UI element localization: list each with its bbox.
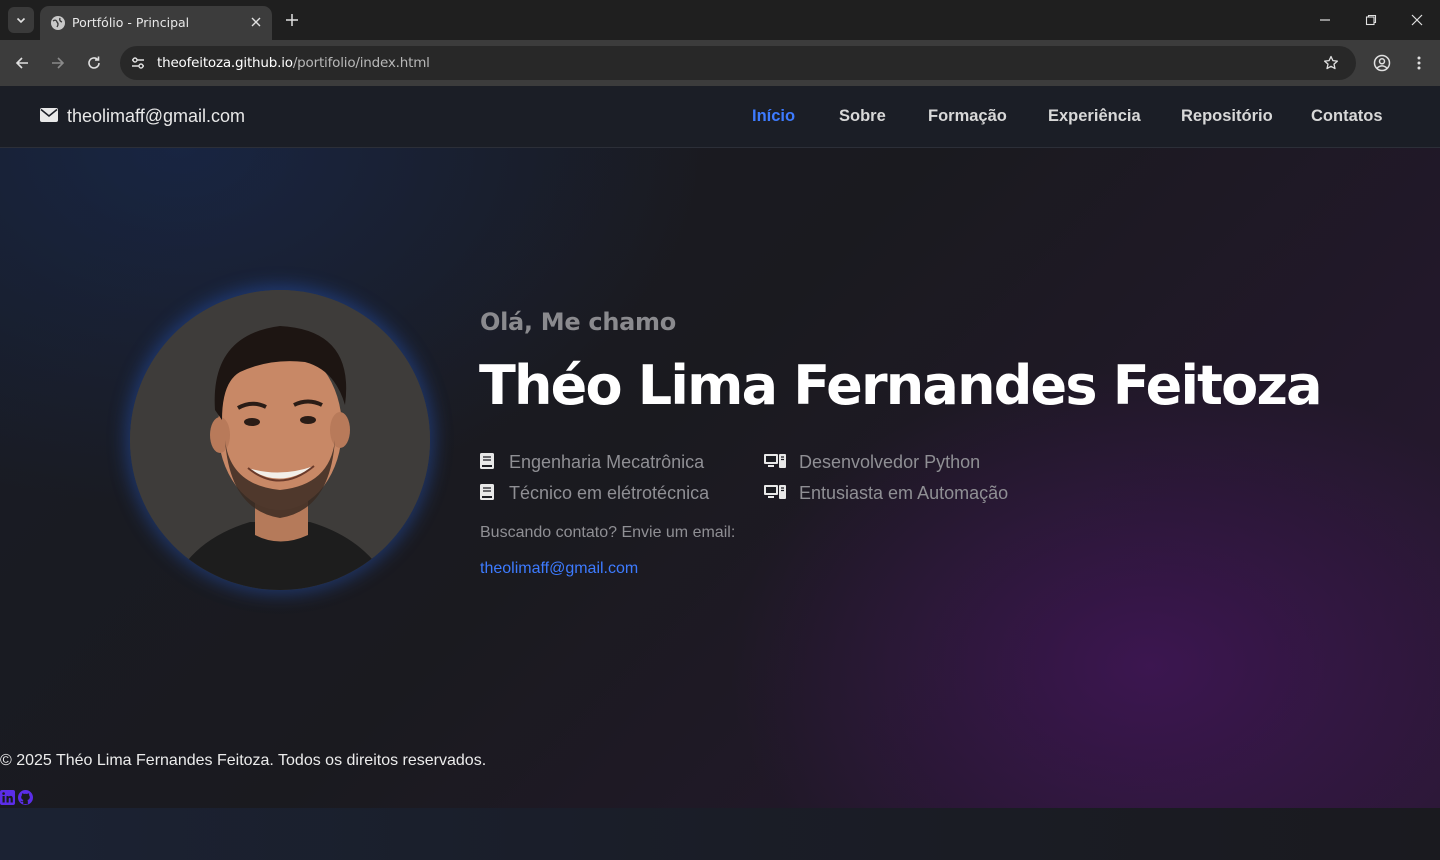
contact-prompt: Buscando contato? Envie um email: [480,524,736,541]
book-icon [480,484,494,500]
browser-menu-button[interactable] [1406,50,1432,76]
plus-icon [286,14,298,26]
minimize-icon [1320,19,1330,21]
account-icon [1373,54,1391,72]
computer-icon [764,454,786,468]
skill-python: Desenvolvedor Python [799,452,981,472]
nav-inicio[interactable]: Início [752,107,795,126]
site-info-button[interactable] [126,51,150,75]
nav-formacao[interactable]: Formação [928,107,1007,126]
tab-search-button[interactable] [8,7,34,33]
chevron-down-icon [16,17,26,24]
greeting-text: Olá, Me chamo [480,308,676,336]
reload-button[interactable] [81,50,107,76]
close-icon [251,17,261,27]
contact-email-link[interactable]: theolimaff@gmail.com [480,560,638,578]
github-icon[interactable] [18,790,33,805]
browser-toolbar: theofeitoza.github.io/portifolio/index.h… [0,40,1440,86]
linkedin-icon[interactable] [0,790,15,805]
minimize-button[interactable] [1313,8,1337,32]
close-window-button[interactable] [1405,8,1429,32]
site-header: theolimaff@gmail.com Início Sobre Formaç… [0,86,1440,148]
nav-experiencia[interactable]: Experiência [1048,107,1141,126]
globe-icon [51,16,65,30]
bookmark-button[interactable] [1320,52,1342,74]
tune-icon [132,57,144,69]
header-email[interactable]: theolimaff@gmail.com [67,106,245,127]
back-button[interactable] [9,50,35,76]
url-text: theofeitoza.github.io/portifolio/index.h… [157,55,430,71]
hero-name: Théo Lima Fernandes Feitoza [479,354,1323,417]
reload-icon [88,56,100,69]
nav-repositorio[interactable]: Repositório [1181,107,1273,126]
page-bottom-strip [0,808,1440,860]
skill-tecnico: Técnico em elétrotécnica [509,483,710,503]
skill-automacao: Entusiasta em Automação [799,483,1009,503]
profile-button[interactable] [1369,50,1395,76]
arrow-right-icon [52,57,65,69]
star-icon [1323,55,1339,70]
computer-icon [764,485,786,499]
page-viewport: theolimaff@gmail.com Início Sobre Formaç… [0,86,1440,860]
envelope-icon [40,108,58,122]
browser-tab[interactable]: Portfólio - Principal [40,6,272,40]
book-icon [480,453,494,469]
address-bar[interactable]: theofeitoza.github.io/portifolio/index.h… [120,46,1356,80]
person-portrait [130,290,430,590]
url-host: theofeitoza.github.io [157,55,293,71]
arrow-left-icon [15,57,28,69]
tab-close-button[interactable] [248,14,264,30]
url-path: /portifolio/index.html [292,55,430,71]
profile-photo [130,290,430,590]
restore-button[interactable] [1359,8,1383,32]
footer-copyright: © 2025 Théo Lima Fernandes Feitoza. Todo… [0,752,487,769]
nav-sobre[interactable]: Sobre [839,107,886,126]
skill-engenharia: Engenharia Mecatrônica [509,452,705,472]
restore-icon [1365,14,1377,26]
new-tab-button[interactable] [282,10,302,30]
forward-button[interactable] [45,50,71,76]
tab-title: Portfólio - Principal [72,15,190,30]
close-icon [1411,14,1423,26]
nav-contatos[interactable]: Contatos [1311,107,1383,126]
more-vert-icon [1417,56,1421,70]
browser-tabbar: Portfólio - Principal [0,0,1440,40]
